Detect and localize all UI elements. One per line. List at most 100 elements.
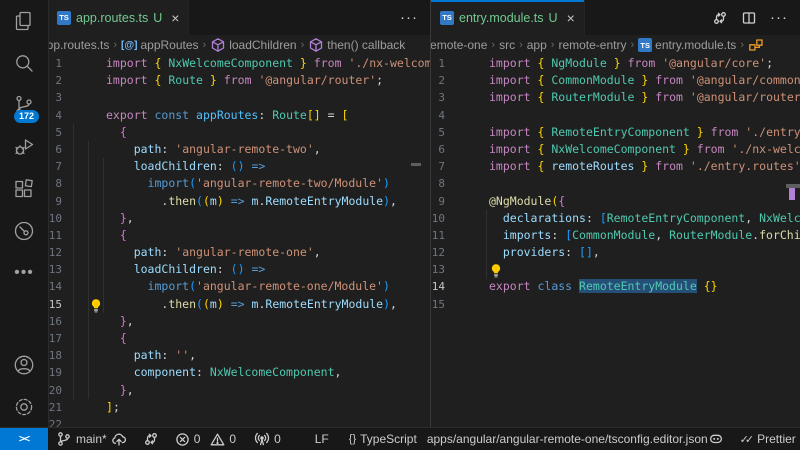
code-line-3[interactable]: 3import { RouterModule } from '@angular/…: [431, 89, 800, 106]
code-line-1[interactable]: 1import { NxWelcomeComponent } from './n…: [48, 55, 430, 72]
line-number[interactable]: 4: [431, 107, 445, 124]
line-number[interactable]: 21: [48, 399, 62, 416]
language-mode[interactable]: {}TypeScript: [349, 432, 417, 446]
tab-app.routes.ts[interactable]: TSapp.routes.tsU×: [48, 0, 189, 35]
tsconfig-path[interactable]: apps/angular/angular-remote-one/tsconfig…: [427, 432, 708, 446]
code-line-7[interactable]: 7import { remoteRoutes } from './entry.r…: [431, 158, 800, 175]
line-number[interactable]: 14: [431, 278, 445, 295]
activity-bar-item-source-control[interactable]: 172: [0, 84, 48, 126]
line-number[interactable]: 14: [48, 278, 62, 295]
code-line-5[interactable]: 5 {: [48, 124, 430, 141]
line-number[interactable]: 10: [431, 210, 445, 227]
line-number[interactable]: 11: [48, 227, 62, 244]
code-line-8[interactable]: 8: [431, 175, 800, 192]
breadcrumb-item-angular-remote-one[interactable]: angular-remote-one: [431, 38, 487, 52]
line-number[interactable]: 5: [431, 124, 445, 141]
line-number[interactable]: 3: [48, 89, 62, 106]
line-number[interactable]: 8: [431, 175, 445, 192]
line-number[interactable]: 20: [48, 382, 62, 399]
graph-status[interactable]: [143, 431, 159, 447]
code-line-17[interactable]: 17 {: [48, 330, 430, 347]
code-line-15[interactable]: 15: [431, 296, 800, 313]
breadcrumb-item-app.routes.ts[interactable]: app.routes.ts: [48, 38, 109, 52]
code-line-12[interactable]: 12 path: 'angular-remote-one',: [48, 244, 430, 261]
split-editor-icon[interactable]: [741, 10, 757, 26]
line-number[interactable]: 19: [48, 364, 62, 381]
activity-bar-item-account[interactable]: [0, 344, 48, 386]
line-number[interactable]: 16: [48, 313, 62, 330]
line-number[interactable]: 7: [431, 158, 445, 175]
branch-status[interactable]: main*: [56, 431, 127, 447]
line-number[interactable]: 4: [48, 107, 62, 124]
line-number[interactable]: 11: [431, 227, 445, 244]
line-number[interactable]: 9: [48, 193, 62, 210]
breadcrumb-item-loadChildren[interactable]: loadChildren: [210, 37, 296, 53]
line-number[interactable]: 2: [48, 72, 62, 89]
code-line-15[interactable]: 15 .then((m) => m.RemoteEntryModule),: [48, 296, 430, 313]
line-number[interactable]: 13: [48, 261, 62, 278]
line-number[interactable]: 6: [431, 141, 445, 158]
line-number[interactable]: 12: [431, 244, 445, 261]
activity-bar-item-run-debug[interactable]: [0, 126, 48, 168]
code-line-4[interactable]: 4export const appRoutes: Route[] = [: [48, 107, 430, 124]
line-number[interactable]: 10: [48, 210, 62, 227]
code-line-14[interactable]: 14export class RemoteEntryModule {}: [431, 278, 800, 295]
eol-indicator[interactable]: LF: [315, 432, 329, 446]
code-line-2[interactable]: 2import { Route } from '@angular/router'…: [48, 72, 430, 89]
code-line-5[interactable]: 5import { RemoteEntryComponent } from '.…: [431, 124, 800, 141]
code-line-19[interactable]: 19 component: NxWelcomeComponent,: [48, 364, 430, 381]
activity-bar-item-extension-tool[interactable]: [0, 210, 48, 252]
code-line-21[interactable]: 21];: [48, 399, 430, 416]
line-number[interactable]: 18: [48, 347, 62, 364]
code-line-6[interactable]: 6import { NxWelcomeComponent } from './n…: [431, 141, 800, 158]
line-number[interactable]: 9: [431, 193, 445, 210]
line-number[interactable]: 8: [48, 175, 62, 192]
activity-bar-item-settings-gear[interactable]: [0, 386, 48, 428]
code-line-20[interactable]: 20 },: [48, 382, 430, 399]
ports-status[interactable]: 0: [254, 431, 281, 447]
line-number[interactable]: 1: [431, 55, 445, 72]
tab-entry.module.ts[interactable]: TSentry.module.tsU×: [431, 0, 585, 35]
code-line-10[interactable]: 10 },: [48, 210, 430, 227]
code-line-14[interactable]: 14 import('angular-remote-one/Module'): [48, 278, 430, 295]
breadcrumb-item-then() callback[interactable]: then() callback: [308, 37, 405, 53]
code-line-4[interactable]: 4: [431, 107, 800, 124]
line-number[interactable]: 6: [48, 141, 62, 158]
open-changes-icon[interactable]: [712, 10, 728, 26]
line-number[interactable]: 1: [48, 55, 62, 72]
code-line-9[interactable]: 9 .then((m) => m.RemoteEntryModule),: [48, 193, 430, 210]
code-line-16[interactable]: 16 },: [48, 313, 430, 330]
code-line-18[interactable]: 18 path: '',: [48, 347, 430, 364]
line-number[interactable]: 2: [431, 72, 445, 89]
remote-indicator[interactable]: ><: [0, 428, 48, 450]
code-editor[interactable]: 1import { NgModule } from '@angular/core…: [431, 55, 800, 428]
copilot-status[interactable]: [708, 431, 724, 447]
code-line-2[interactable]: 2import { CommonModule } from '@angular/…: [431, 72, 800, 89]
formatter-status[interactable]: ✓✓Prettier: [740, 432, 796, 446]
more-actions-icon[interactable]: ···: [770, 9, 788, 26]
code-line-1[interactable]: 1import { NgModule } from '@angular/core…: [431, 55, 800, 72]
code-line-13[interactable]: 13 loadChildren: () =>: [48, 261, 430, 278]
line-number[interactable]: 12: [48, 244, 62, 261]
close-icon[interactable]: ×: [171, 11, 179, 25]
lightbulb-icon[interactable]: [489, 263, 504, 283]
line-number[interactable]: 15: [48, 296, 62, 313]
line-number[interactable]: 3: [431, 89, 445, 106]
line-number[interactable]: 13: [431, 261, 445, 278]
breadcrumb-item-app[interactable]: app: [527, 38, 547, 52]
code-line-11[interactable]: 11 {: [48, 227, 430, 244]
code-line-9[interactable]: 9@NgModule({: [431, 193, 800, 210]
breadcrumb-item-src[interactable]: src: [499, 38, 515, 52]
line-number[interactable]: 7: [48, 158, 62, 175]
breadcrumb-item-remote-entry[interactable]: remote-entry: [558, 38, 626, 52]
activity-bar-item-explorer[interactable]: [0, 0, 48, 42]
problems-status[interactable]: 00: [175, 432, 236, 447]
activity-bar-item-search[interactable]: [0, 42, 48, 84]
breadcrumb-item-entry.module.ts[interactable]: TSentry.module.ts: [638, 38, 736, 52]
more-actions-icon[interactable]: ···: [400, 9, 418, 26]
code-line-8[interactable]: 8 import('angular-remote-two/Module'): [48, 175, 430, 192]
close-icon[interactable]: ×: [567, 11, 575, 25]
breadcrumb-item-appRoutes[interactable]: [@]appRoutes: [121, 38, 198, 52]
activity-bar-item-more-views[interactable]: •••: [0, 252, 48, 294]
code-line-6[interactable]: 6 path: 'angular-remote-two',: [48, 141, 430, 158]
